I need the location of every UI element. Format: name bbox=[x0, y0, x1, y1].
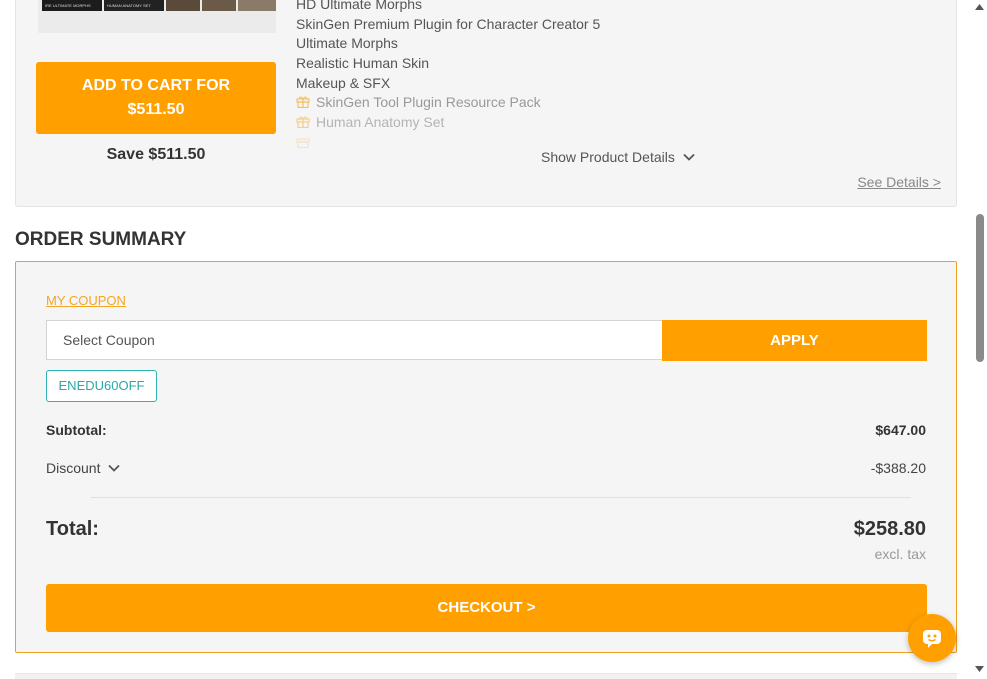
thumbnail-face-3[interactable] bbox=[238, 0, 276, 11]
apply-coupon-button[interactable]: APPLY bbox=[662, 320, 927, 361]
chat-widget-button[interactable] bbox=[908, 614, 956, 662]
gift-icon bbox=[296, 138, 310, 148]
product-item: HD Ultimate Morphs bbox=[296, 0, 423, 12]
thumbnail-face-1[interactable] bbox=[166, 0, 200, 11]
thumbnail-face-2[interactable] bbox=[202, 0, 236, 11]
product-item: Ultimate Morphs bbox=[296, 35, 398, 52]
product-item: Makeup & SFX bbox=[296, 74, 391, 91]
bundle-product-list: HD Ultimate Morphs SkinGen Premium Plugi… bbox=[296, 0, 716, 153]
product-item-label: SkinGen Tool Plugin Resource Pack bbox=[316, 94, 541, 111]
thumbnail-ultimate-morphs[interactable]: IRE ULTIMATE MORPHS bbox=[42, 0, 102, 11]
my-coupon-link[interactable]: MY COUPON bbox=[46, 293, 126, 308]
thumbnail-human-anatomy[interactable]: HUMAN ANATOMY SET bbox=[104, 0, 164, 11]
next-section-edge bbox=[15, 673, 957, 679]
add-to-cart-button[interactable]: ADD TO CART FOR $511.50 bbox=[36, 62, 276, 134]
product-item-label: Human Anatomy Set bbox=[316, 114, 445, 131]
discount-label: Discount bbox=[46, 460, 101, 476]
product-item-gift: Human Anatomy Set bbox=[296, 113, 716, 133]
total-label: Total: bbox=[46, 518, 99, 540]
product-item: Realistic Human Skin bbox=[296, 55, 430, 72]
tax-note: excl. tax bbox=[874, 546, 926, 562]
order-summary-heading: ORDER SUMMARY bbox=[15, 229, 187, 250]
thumbnail-caption: HUMAN ANATOMY SET bbox=[107, 3, 151, 8]
product-item: SkinGen Premium Plugin for Character Cre… bbox=[296, 15, 601, 32]
chat-icon bbox=[923, 630, 941, 648]
subtotal-label: Subtotal: bbox=[46, 422, 107, 438]
checkout-button[interactable]: CHECKOUT > bbox=[46, 584, 927, 632]
product-item-gift: SkinGen Tool Plugin Resource Pack bbox=[296, 93, 716, 113]
add-to-cart-label: ADD TO CART FOR bbox=[81, 77, 231, 94]
summary-divider bbox=[91, 497, 911, 498]
scroll-up-icon[interactable] bbox=[975, 4, 984, 10]
thumbnail-caption: IRE ULTIMATE MORPHS bbox=[45, 3, 91, 8]
coupon-code-chip[interactable]: ENEDU60OFF bbox=[46, 370, 157, 402]
chevron-down-icon bbox=[108, 464, 121, 472]
order-summary-card: MY COUPON Select Coupon APPLY ENEDU60OFF… bbox=[15, 261, 957, 653]
scrollbar-thumb[interactable] bbox=[976, 214, 984, 362]
gift-icon bbox=[296, 97, 310, 109]
total-value: $258.80 bbox=[853, 518, 926, 540]
see-details-link[interactable]: See Details > bbox=[857, 174, 941, 190]
save-amount: Save $511.50 bbox=[106, 146, 206, 163]
show-details-label: Show Product Details bbox=[541, 149, 675, 165]
gift-icon bbox=[296, 116, 310, 129]
page-scrollbar[interactable] bbox=[972, 0, 987, 679]
discount-value: -$388.20 bbox=[870, 460, 926, 476]
chevron-down-icon bbox=[683, 153, 695, 161]
add-to-cart-price: $511.50 bbox=[127, 101, 185, 118]
subtotal-value: $647.00 bbox=[875, 422, 926, 438]
scroll-down-icon[interactable] bbox=[975, 666, 984, 672]
bundle-thumbnails: IRE ULTIMATE MORPHS HUMAN ANATOMY SET bbox=[38, 0, 276, 33]
coupon-select-input[interactable]: Select Coupon bbox=[46, 320, 663, 360]
bundle-card: IRE ULTIMATE MORPHS HUMAN ANATOMY SET AD… bbox=[15, 0, 957, 207]
discount-toggle[interactable]: Discount bbox=[46, 460, 121, 476]
show-product-details-toggle[interactable]: Show Product Details bbox=[541, 149, 695, 165]
